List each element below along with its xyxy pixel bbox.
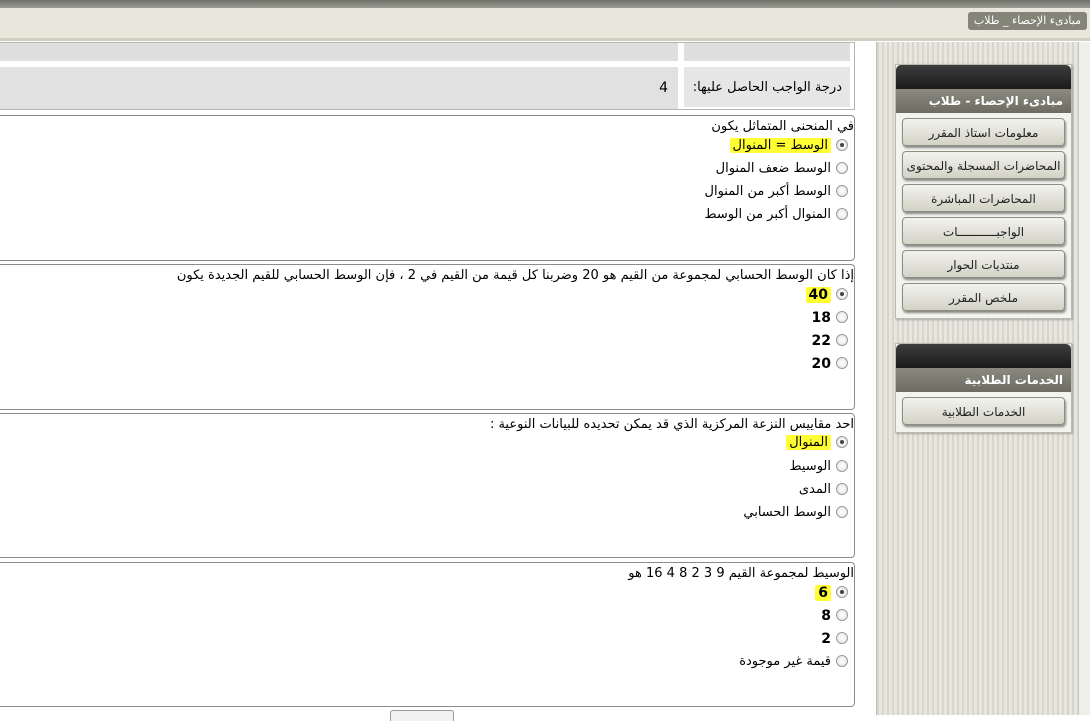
question-3-option-2[interactable]: الوسيط	[790, 457, 848, 477]
window-top-strip	[0, 0, 1090, 8]
radio-icon[interactable]	[836, 207, 848, 220]
services-panel-title: الخدمات الطلابية	[896, 368, 1071, 392]
question-1-option-2[interactable]: الوسط ضعف المنوال	[716, 159, 848, 179]
course-panel-title: مبادىء الإحصاء - طلاب	[896, 89, 1071, 113]
question-4-text: الوسيط لمجموعة القيم 9 3 2 8 4 16 هو	[628, 566, 854, 581]
radio-icon[interactable]	[836, 505, 848, 518]
sidebar-item-assignments[interactable]: الواجبـــــــــــات	[902, 217, 1065, 245]
grade-value-cell: 4	[0, 65, 678, 109]
question-3: احد مقاييس النزعة المركزية الذي قد يمكن …	[0, 413, 855, 558]
question-3-option-3[interactable]: المدى	[799, 480, 848, 500]
sidebar-item-live-lectures[interactable]: المحاضرات المباشرة	[902, 184, 1065, 212]
radio-icon[interactable]	[836, 632, 848, 644]
radio-icon[interactable]	[836, 654, 848, 667]
question-4-option-3[interactable]: 2	[821, 629, 848, 649]
question-1-option-1[interactable]: الوسط = المنوال	[729, 136, 848, 156]
question-1-text: في المنحنى المتماثل يكون	[711, 119, 854, 134]
radio-selected-icon[interactable]	[836, 288, 848, 300]
sidebar-item-recorded-lectures[interactable]: المحاضرات المسجلة والمحتوى	[902, 151, 1065, 179]
submit-button[interactable]	[390, 710, 454, 721]
question-2-text: إذا كان الوسط الحسابي لمجموعة من القيم ه…	[176, 268, 854, 283]
question-3-option-4[interactable]: الوسط الحسابي	[743, 503, 848, 523]
course-panel: مبادىء الإحصاء - طلاب معلومات استاذ المق…	[895, 64, 1072, 319]
sidebar-item-forums[interactable]: منتديات الحوار	[902, 250, 1065, 278]
window-title: مبادىء الإحصاء _ طلاب	[967, 12, 1087, 30]
question-4-option-2[interactable]: 8	[821, 606, 848, 626]
question-4-option-4[interactable]: قيمة غير موجودة	[739, 652, 848, 672]
grade-label: درجة الواجب الحاصل عليها:	[684, 65, 850, 107]
title-bar: مبادىء الإحصاء _ طلاب	[0, 8, 1090, 41]
radio-icon[interactable]	[836, 357, 848, 369]
grade-table: 4 درجة الواجب الحاصل عليها:	[0, 42, 855, 110]
question-1: في المنحنى المتماثل يكون الوسط = المنوال…	[0, 115, 855, 261]
question-2-option-1[interactable]: 40	[805, 285, 848, 305]
course-panel-header	[896, 65, 1071, 89]
radio-icon[interactable]	[836, 161, 848, 174]
radio-icon[interactable]	[836, 311, 848, 323]
services-panel-header	[896, 344, 1071, 368]
question-2-option-4[interactable]: 20	[812, 354, 848, 374]
services-panel: الخدمات الطلابية الخدمات الطلابية	[895, 343, 1072, 433]
grade-value: 4	[659, 80, 668, 96]
radio-icon[interactable]	[836, 459, 848, 472]
radio-selected-icon[interactable]	[836, 138, 848, 151]
question-4: الوسيط لمجموعة القيم 9 3 2 8 4 16 هو 6 8…	[0, 562, 855, 707]
sidebar-item-course-summary[interactable]: ملخص المقرر	[902, 283, 1065, 311]
question-2-option-3[interactable]: 22	[812, 331, 848, 351]
question-3-text: احد مقاييس النزعة المركزية الذي قد يمكن …	[489, 417, 854, 432]
question-4-option-1[interactable]: 6	[815, 583, 848, 603]
sidebar-item-student-services[interactable]: الخدمات الطلابية	[902, 397, 1065, 425]
radio-selected-icon[interactable]	[836, 435, 848, 448]
question-3-option-1[interactable]: المنوال	[786, 433, 848, 453]
radio-icon[interactable]	[836, 609, 848, 621]
sidebar-item-instructor-info[interactable]: معلومات استاذ المقرر	[902, 118, 1065, 146]
question-1-option-3[interactable]: الوسط أكبر من المنوال	[705, 182, 848, 202]
question-2: إذا كان الوسط الحسابي لمجموعة من القيم ه…	[0, 264, 855, 410]
radio-icon[interactable]	[836, 334, 848, 346]
radio-icon[interactable]	[836, 482, 848, 495]
radio-selected-icon[interactable]	[836, 586, 848, 598]
question-2-option-2[interactable]: 18	[812, 308, 848, 328]
radio-icon[interactable]	[836, 184, 848, 197]
question-1-option-4[interactable]: المنوال أكبر من الوسط	[705, 205, 848, 225]
scrollbar[interactable]	[1078, 42, 1090, 715]
